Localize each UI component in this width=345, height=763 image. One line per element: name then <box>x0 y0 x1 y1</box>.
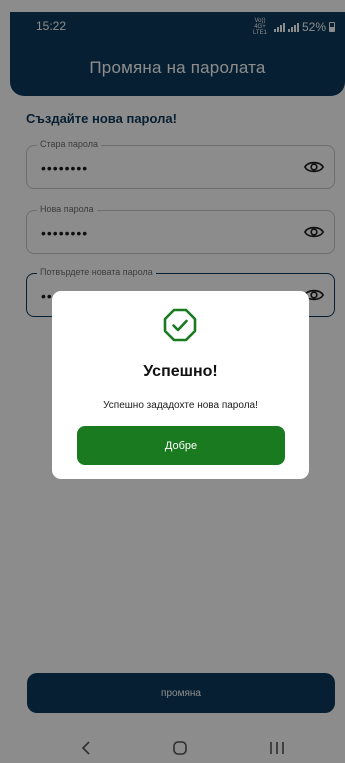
ok-button[interactable]: Добре <box>77 426 285 465</box>
check-octagon-icon <box>163 308 197 342</box>
phone-screen: 15:22 Vo)) 4G+ LTE1 52% Промяна на парол… <box>0 0 345 763</box>
dialog-title: Успешно! <box>143 363 218 380</box>
success-dialog: Успешно! Успешно зададохте нова парола! … <box>52 291 309 479</box>
dialog-message: Успешно зададохте нова парола! <box>103 400 258 411</box>
